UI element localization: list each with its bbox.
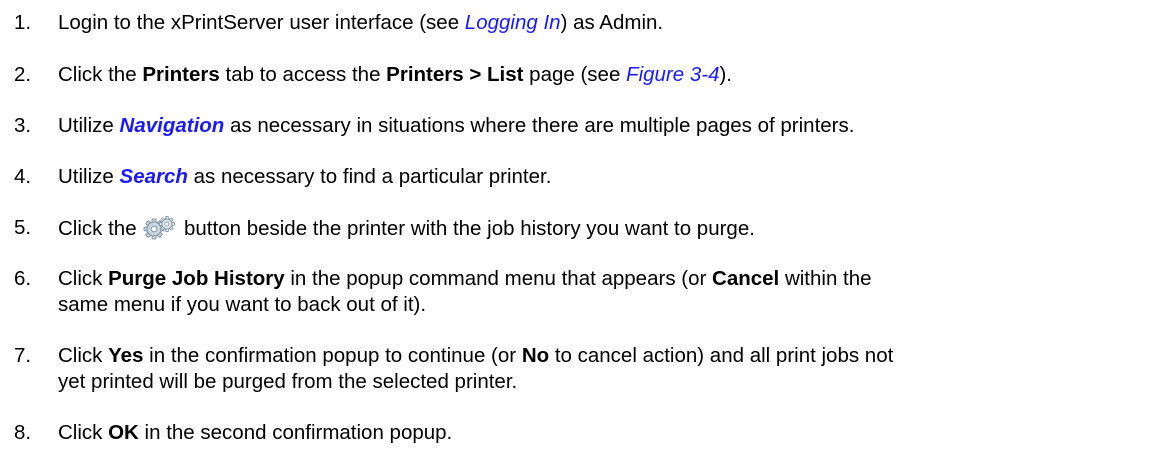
cancel-term: Cancel: [712, 267, 780, 290]
purge-job-history-term: Purge Job History: [108, 267, 285, 290]
step-text: Click the Printers tab to access the Pri…: [58, 62, 1148, 88]
ok-term: OK: [108, 421, 139, 444]
step-text-segment: Utilize: [58, 165, 120, 188]
gear-icon: [143, 215, 177, 241]
step-text-segment: Login to the xPrintServer user interface…: [58, 11, 465, 34]
instruction-steps: 1. Login to the xPrintServer user interf…: [0, 0, 1157, 456]
search-link[interactable]: Search: [120, 165, 188, 188]
step-text-segment: tab to access the: [219, 63, 387, 86]
step-text-segment: Click the: [58, 63, 143, 86]
step-text: Utilize Search as necessary to find a pa…: [58, 164, 1148, 190]
step-text-segment: to cancel action) and all print jobs not: [549, 344, 894, 367]
step-number: 7.: [14, 344, 32, 367]
step-text-segment: button beside the printer with the job h…: [178, 217, 755, 240]
step-text-segment: in the confirmation popup to continue (o…: [143, 344, 522, 367]
step-number: 5.: [14, 216, 32, 239]
step-text-segment: as necessary to find a particular printe…: [187, 165, 552, 188]
step-text-line-2: yet printed will be purged from the sele…: [58, 370, 518, 393]
step-text-segment: within the: [779, 267, 872, 290]
step-number: 1.: [14, 11, 32, 34]
step-number: 3.: [14, 114, 32, 137]
step-number: 8.: [14, 421, 32, 444]
step-text-segment: page (see: [523, 63, 627, 86]
step-text-segment: Click: [58, 344, 109, 367]
step-text: Login to the xPrintServer user interface…: [58, 10, 1148, 36]
no-term: No: [521, 344, 550, 367]
step-text-segment: in the popup command menu that appears (…: [284, 267, 713, 290]
step-text-segment: Click: [58, 421, 109, 444]
step-text: Click the button beside the printer with…: [58, 215, 1148, 242]
navigation-link[interactable]: Navigation: [120, 114, 225, 137]
step-text-segment: ) as Admin.: [560, 11, 664, 34]
step-text-segment: ).: [719, 63, 733, 86]
step-text-segment: in the second confirmation popup.: [138, 421, 453, 444]
step-text: Click OK in the second confirmation popu…: [58, 420, 1148, 446]
step-text-segment: as necessary in situations where there a…: [224, 114, 855, 137]
step-text-segment: Click: [58, 267, 109, 290]
step-number: 4.: [14, 165, 32, 188]
step-text-segment: Utilize: [58, 114, 120, 137]
step-number: 6.: [14, 267, 32, 290]
logging-in-link[interactable]: Logging In: [465, 11, 561, 34]
step-text: Click Purge Job History in the popup com…: [58, 266, 1148, 318]
step-text-segment: Click the: [58, 217, 143, 240]
printers-list-term: Printers > List: [386, 63, 524, 86]
figure-3-4-link[interactable]: Figure 3-4: [626, 63, 719, 86]
step-number: 2.: [14, 63, 32, 86]
yes-term: Yes: [108, 344, 144, 367]
step-text: Utilize Navigation as necessary in situa…: [58, 113, 1148, 139]
step-text: Click Yes in the confirmation popup to c…: [58, 343, 1148, 395]
step-text-line-2: same menu if you want to back out of it)…: [58, 293, 427, 316]
printers-tab-term: Printers: [142, 63, 220, 86]
